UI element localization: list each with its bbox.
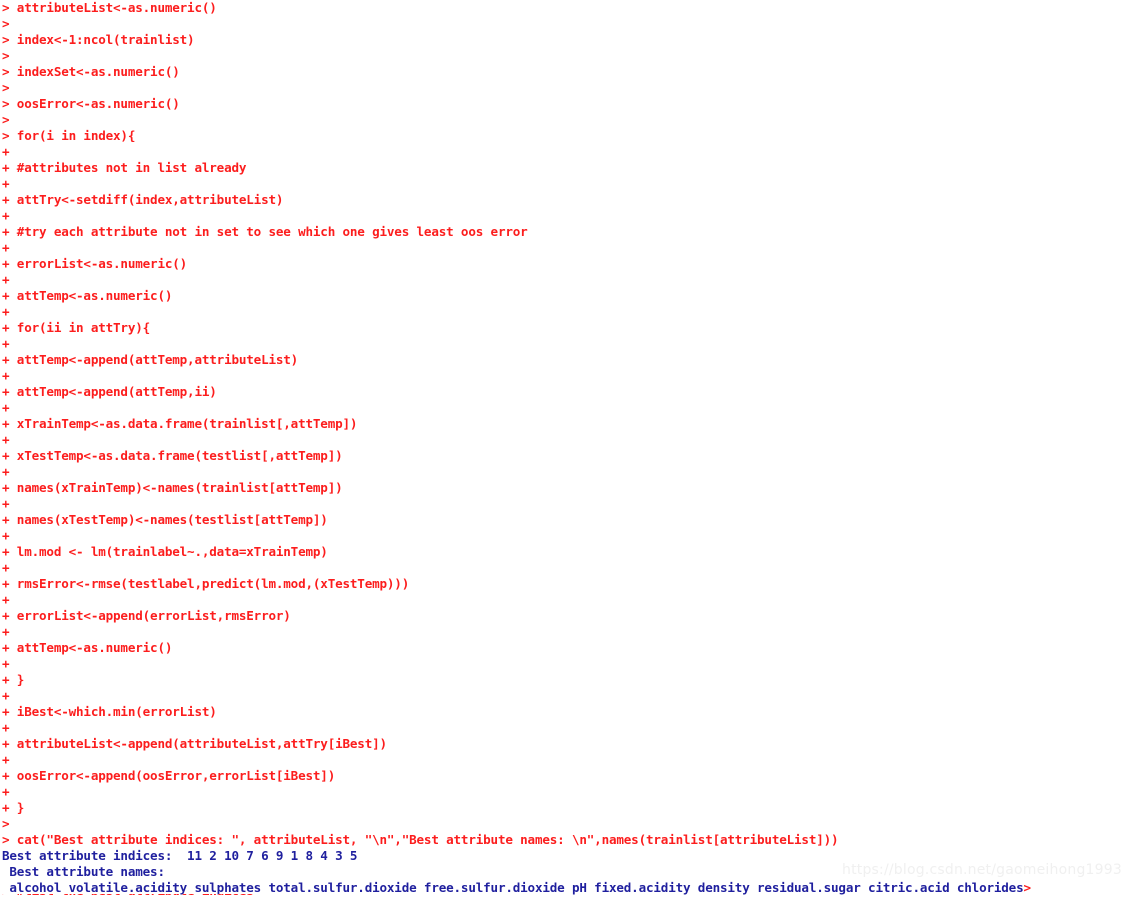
console-command-line: + attTemp<-as.numeric() bbox=[2, 288, 173, 303]
console-command-line: + bbox=[2, 400, 10, 415]
console-command-line: + attTry<-setdiff(index,attributeList) bbox=[2, 192, 284, 207]
console-command-line: > for(i in index){ bbox=[2, 128, 136, 143]
console-command-line: + xTestTemp<-as.data.frame(testlist[,att… bbox=[2, 448, 343, 463]
console-command-line: + iBest<-which.min(errorList) bbox=[2, 704, 217, 719]
r-console-output[interactable]: > attributeList<-as.numeric() > > index<-1… bbox=[0, 0, 1124, 899]
console-command-line: + errorList<-append(errorList,rmsError) bbox=[2, 608, 291, 623]
console-command-line: + lm.mod <- lm(trainlabel~.,data=xTrainT… bbox=[2, 544, 328, 559]
console-command-line: + bbox=[2, 784, 10, 799]
console-output-line: Best attribute indices: 11 2 10 7 6 9 1 … bbox=[2, 848, 358, 863]
console-command-line: + for(ii in attTry){ bbox=[2, 320, 151, 335]
console-command-line: + bbox=[2, 176, 10, 191]
console-command-line: + bbox=[2, 336, 10, 351]
console-command-line: + bbox=[2, 304, 10, 319]
console-command-line: + bbox=[2, 592, 10, 607]
console-command-line: + attributeList<-append(attributeList,at… bbox=[2, 736, 387, 751]
console-command-line: + bbox=[2, 624, 10, 639]
console-command-line: + bbox=[2, 144, 10, 159]
console-command-line: + #try each attribute not in set to see … bbox=[2, 224, 528, 239]
console-command-line: > #list the best attribute indices bbox=[0, 894, 1124, 899]
console-command-line: + bbox=[2, 208, 10, 223]
console-line-text: alcohol volatile.acidity sulphates total… bbox=[2, 880, 1024, 895]
console-command-line: + oosError<-append(oosError,errorList[iB… bbox=[2, 768, 336, 783]
console-output-line: Best attribute names: bbox=[2, 864, 165, 879]
console-command-line: + bbox=[2, 272, 10, 287]
console-command-line: + bbox=[2, 560, 10, 575]
console-command-line: > bbox=[2, 48, 10, 63]
console-command-line: + names(xTrainTemp)<-names(trainlist[att… bbox=[2, 480, 343, 495]
prompt-caret: > bbox=[1023, 880, 1032, 895]
console-command-line: + bbox=[2, 464, 10, 479]
console-command-line: + bbox=[2, 432, 10, 447]
clipped-bottom-line: > #list the best attribute indices bbox=[0, 894, 1124, 899]
console-command-line: + attTemp<-append(attTemp,attributeList) bbox=[2, 352, 299, 367]
console-command-line: + bbox=[2, 656, 10, 671]
console-command-line: + bbox=[2, 528, 10, 543]
console-command-line: > indexSet<-as.numeric() bbox=[2, 64, 180, 79]
console-command-line: > attributeList<-as.numeric() bbox=[2, 0, 217, 15]
console-command-line: > bbox=[2, 112, 10, 127]
console-command-line: + attTemp<-append(attTemp,ii) bbox=[2, 384, 217, 399]
console-command-line: + } bbox=[2, 672, 25, 687]
console-command-line: + bbox=[2, 240, 10, 255]
console-command-line: + errorList<-as.numeric() bbox=[2, 256, 188, 271]
console-command-line: > index<-1:ncol(trainlist) bbox=[2, 32, 195, 47]
console-command-line: + bbox=[2, 368, 10, 383]
console-command-line: > bbox=[2, 80, 10, 95]
console-command-line: + names(xTestTemp)<-names(testlist[attTe… bbox=[2, 512, 328, 527]
console-command-line: + xTrainTemp<-as.data.frame(trainlist[,a… bbox=[2, 416, 358, 431]
console-command-line: + bbox=[2, 720, 10, 735]
console-command-line: > oosError<-as.numeric() bbox=[2, 96, 180, 111]
console-command-line: + bbox=[2, 688, 10, 703]
console-command-line: + bbox=[2, 752, 10, 767]
console-command-line: + } bbox=[2, 800, 25, 815]
console-command-line: + #attributes not in list already bbox=[2, 160, 247, 175]
console-command-line: + attTemp<-as.numeric() bbox=[2, 640, 173, 655]
console-command-line: + bbox=[2, 496, 10, 511]
console-command-line: > bbox=[2, 816, 10, 831]
console-command-line: > bbox=[2, 16, 10, 31]
console-command-line: + rmsError<-rmse(testlabel,predict(lm.mo… bbox=[2, 576, 410, 591]
console-command-line: > cat("Best attribute indices: ", attrib… bbox=[2, 832, 839, 847]
